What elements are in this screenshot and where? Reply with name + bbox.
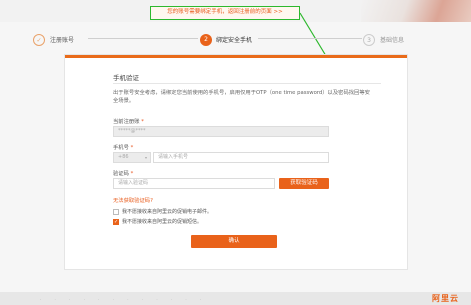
- email-label: 当前注册账 *: [113, 117, 144, 125]
- security-description: 出于账号安全考虑，请绑定您当前使用的手机号，启用仅用于OTP（one time …: [113, 90, 370, 104]
- sms-optout-row[interactable]: ✓ 我不愿接收来自阿里云的促销短信。: [113, 218, 202, 225]
- card-accent-bar: [65, 55, 407, 58]
- code-label-text: 验证码: [113, 171, 129, 177]
- get-code-button[interactable]: 获取验证码: [279, 178, 329, 189]
- verification-code-input[interactable]: 请输入验证码: [113, 178, 275, 189]
- confirm-button[interactable]: 确认: [191, 235, 277, 248]
- code-label: 验证码 *: [113, 169, 133, 177]
- phone-input[interactable]: 请输入手机号: [153, 152, 329, 163]
- return-notice-link[interactable]: 您的账号需要绑定手机，返回注册前的页面 >>: [150, 6, 300, 20]
- email-label-text: 当前注册账: [113, 119, 140, 125]
- sms-optout-checkbox[interactable]: ✓: [113, 218, 119, 225]
- required-mark: *: [141, 119, 144, 125]
- step-1-label: 注册账号: [50, 37, 75, 44]
- section-title: 手机验证: [113, 74, 139, 82]
- required-mark: *: [130, 171, 134, 177]
- step-3-label: 基础信息: [380, 37, 405, 44]
- phone-label: 手机号 *: [113, 143, 133, 151]
- progress-steps: ✓ 注册账号 2 绑定安全手机 3 基础信息: [30, 32, 450, 48]
- page-footer: · · · · · · · · · · · · 阿里云: [0, 292, 471, 305]
- email-optout-row[interactable]: 我不愿接收来自阿里云的促销电子邮件。: [113, 208, 212, 215]
- step-3-number: 3: [363, 34, 375, 46]
- step-divider: [258, 38, 362, 39]
- step-1-check-icon: ✓: [33, 34, 45, 46]
- banner-decoration: [361, 0, 471, 22]
- footer-links-placeholder: · · · · · · · · · · · ·: [40, 297, 208, 302]
- registered-email-field: *****@****: [113, 126, 329, 137]
- country-code-select[interactable]: +86 ▾: [113, 152, 151, 163]
- aliyun-logo: 阿里云: [432, 294, 459, 303]
- cannot-get-code-link[interactable]: 无法获取验证码?: [113, 196, 153, 204]
- bind-phone-card: 手机验证 出于账号安全考虑，请绑定您当前使用的手机号，启用仅用于OTP（one …: [64, 54, 408, 270]
- email-optout-checkbox[interactable]: [113, 208, 119, 215]
- required-mark: *: [130, 145, 134, 151]
- phone-label-text: 手机号: [113, 145, 129, 151]
- email-optout-label: 我不愿接收来自阿里云的促销电子邮件。: [122, 209, 213, 215]
- step-divider: [88, 38, 198, 39]
- step-2-number: 2: [200, 34, 212, 46]
- top-banner: 您的账号需要绑定手机，返回注册前的页面 >>: [0, 0, 471, 22]
- country-code-value: +86: [118, 154, 129, 160]
- sms-optout-label: 我不愿接收来自阿里云的促销短信。: [122, 219, 203, 225]
- divider: [113, 83, 381, 84]
- step-2-label: 绑定安全手机: [216, 37, 253, 44]
- chevron-down-icon: ▾: [144, 155, 147, 160]
